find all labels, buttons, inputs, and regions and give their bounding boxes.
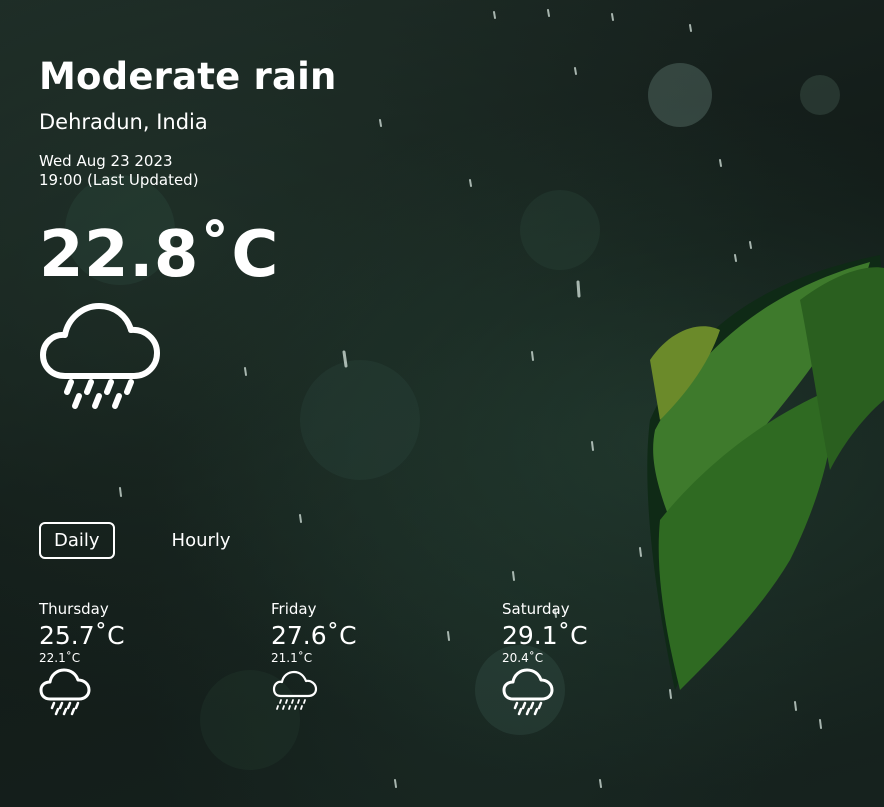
cloud-drizzle-icon [272, 670, 318, 710]
day-min-temp: 20.4˚C [502, 651, 544, 665]
forecast-day: Thursday 25.7˚C 22.1˚C [39, 600, 239, 720]
cloud-rain-icon [502, 668, 554, 716]
current-date: Wed Aug 23 2023 [39, 152, 173, 170]
last-updated: 19:00 (Last Updated) [39, 171, 199, 189]
day-min-temp: 22.1˚C [39, 651, 81, 665]
tab-hourly[interactable]: Hourly [157, 522, 246, 559]
cloud-heavy-rain-icon [40, 303, 160, 409]
day-min-temp: 21.1˚C [271, 651, 313, 665]
day-max-temp: 27.6˚C [271, 621, 357, 650]
forecast-tabs: Daily Hourly [39, 522, 246, 559]
day-max-temp: 25.7˚C [39, 621, 125, 650]
tab-daily[interactable]: Daily [39, 522, 115, 559]
current-temperature: 22.8˚C [39, 218, 279, 292]
current-condition: Moderate rain [39, 55, 337, 98]
day-name: Friday [271, 600, 317, 618]
weather-panel: Moderate rain Dehradun, India Wed Aug 23… [39, 0, 884, 807]
forecast-day: Friday 27.6˚C 21.1˚C [271, 600, 471, 720]
day-name: Thursday [39, 600, 109, 618]
day-max-temp: 29.1˚C [502, 621, 588, 650]
forecast-day: Saturday 29.1˚C 20.4˚C [502, 600, 702, 720]
cloud-rain-icon [39, 668, 91, 716]
location-label: Dehradun, India [39, 110, 208, 134]
day-name: Saturday [502, 600, 570, 618]
